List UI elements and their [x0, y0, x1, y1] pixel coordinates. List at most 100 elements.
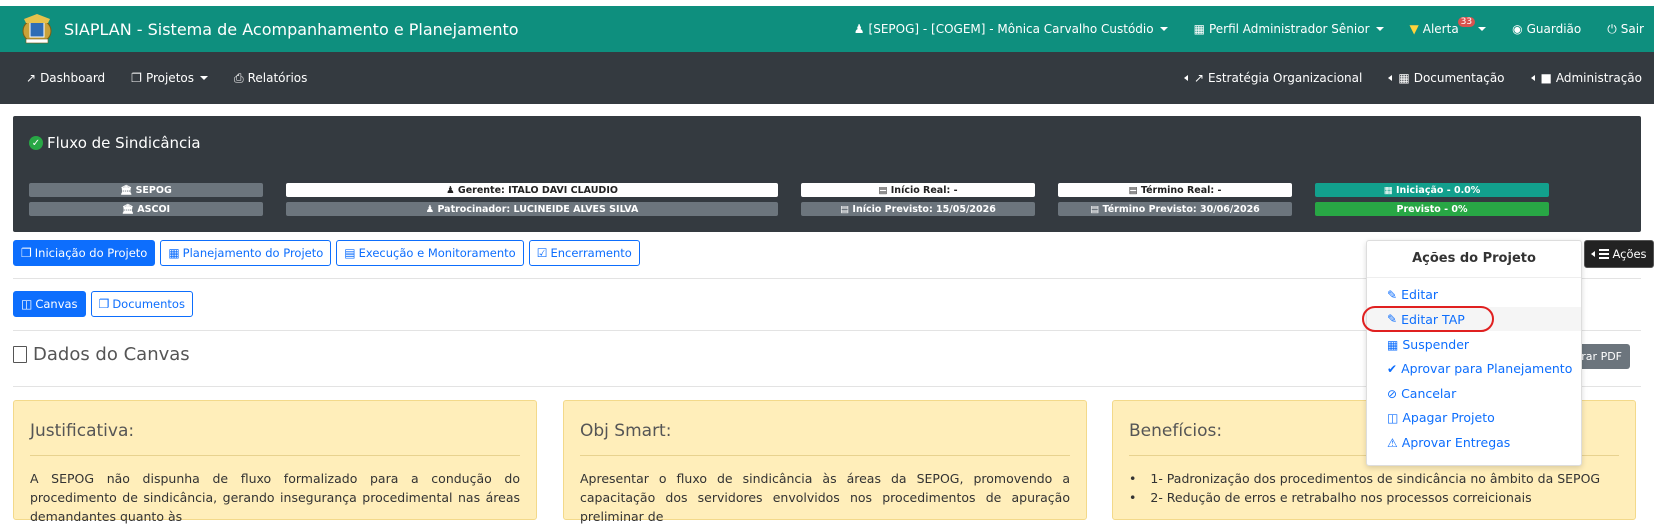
tab-canvas-label: Canvas [35, 297, 78, 311]
nav-docs-label: Documentação [1413, 71, 1505, 85]
nav-reports-label: Relatórios [247, 71, 308, 85]
planned-start-badge: ▤ Início Previsto: 15/05/2026 [801, 202, 1035, 216]
action-edit[interactable]: ✎ Editar [1387, 287, 1438, 302]
exit-link[interactable]: ⏻ Sair [1607, 22, 1644, 37]
nav-admin-label: Administração [1555, 71, 1642, 85]
section-title-text: Dados do Canvas [33, 344, 190, 365]
id-card-icon: ▦ [1193, 22, 1205, 36]
brand[interactable]: SIAPLAN - Sistema de Acompanhamento e Pl… [18, 11, 519, 47]
card-text: Apresentar o fluxo de sindicância às áre… [580, 471, 1070, 524]
tab-initiation-label: Iniciação do Projeto [34, 246, 148, 260]
chevron-left-icon [1591, 251, 1596, 257]
copy-icon: ❐ [131, 71, 142, 85]
org2-text: ASCOI [137, 203, 171, 215]
check-icon: ✔ [1387, 361, 1398, 376]
phase-tabs: ❐ Iniciação do Projeto ▦ Planejamento do… [13, 240, 645, 266]
menu-icon [1599, 247, 1610, 261]
ban-icon: ⊘ [1387, 386, 1398, 401]
actions-button[interactable]: Ações [1584, 240, 1654, 268]
phase-text: Iniciação - 0.0% [1395, 184, 1481, 196]
chevron-down-icon [200, 76, 208, 80]
project-title: ✓ Fluxo de Sindicância [29, 134, 201, 152]
tab-initiation[interactable]: ❐ Iniciação do Projeto [13, 240, 156, 266]
user-menu[interactable]: ♟ [SEPOG] - [COGEM] - Mônica Carvalho Cu… [854, 22, 1168, 36]
nav-reports[interactable]: ⎙ Relatórios [234, 71, 307, 86]
real-end-badge: ▤ Término Real: - [1058, 183, 1292, 197]
alert-menu[interactable]: ▼ Alerta 33 [1409, 17, 1487, 36]
tab-execution[interactable]: ▤ Execução e Monitoramento [336, 240, 524, 266]
planned-text: Previsto - 0% [1396, 203, 1468, 215]
line-chart-icon: ↗ [26, 71, 37, 85]
phase-badge: ▦ Iniciação - 0.0% [1315, 183, 1549, 197]
columns-icon: ◫ [21, 297, 33, 311]
org1-text: SEPOG [135, 184, 172, 196]
nav-dashboard-label: Dashboard [40, 71, 106, 85]
tab-planning[interactable]: ▦ Planejamento do Projeto [160, 240, 332, 266]
benefits-list: 1- Padronização dos procedimentos de sin… [1129, 469, 1619, 507]
tab-closing[interactable]: ☑ Encerramento [528, 240, 640, 266]
user-icon: ♟ [853, 22, 865, 36]
planned-start-text: Início Previsto: 15/05/2026 [852, 203, 996, 215]
project-title-text: Fluxo de Sindicância [47, 134, 201, 152]
print-icon: ⎙ [234, 70, 244, 85]
file-icon: ▦ [168, 246, 180, 260]
calendar-x-icon: ▦ [1387, 337, 1399, 352]
card-divider [580, 455, 1070, 456]
action-approve-deliveries[interactable]: ⚠ Aprovar Entregas [1387, 435, 1510, 450]
user-label: [SEPOG] - [COGEM] - Mônica Carvalho Cust… [868, 22, 1154, 36]
bar-chart-icon: ▤ [344, 246, 356, 260]
top-navbar: SIAPLAN - Sistema de Acompanhamento e Pl… [0, 6, 1654, 52]
card-justification: Justificativa: A SEPOG não dispunha de f… [13, 400, 537, 524]
action-cancel[interactable]: ⊘ Cancelar [1387, 386, 1456, 401]
section-title: Dados do Canvas [13, 344, 190, 365]
action-delete-project[interactable]: ◫ Apagar Projeto [1387, 410, 1495, 425]
dropdown-header: Ações do Projeto [1412, 251, 1536, 266]
coat-of-arms-logo [22, 14, 52, 44]
nav-dashboard[interactable]: ↗ Dashboard [26, 71, 105, 85]
pencil-icon: ✎ [1387, 287, 1398, 302]
check-circle-icon: ✓ [29, 136, 43, 150]
action-approve-planning[interactable]: ✔ Aprovar para Planejamento [1387, 361, 1572, 376]
action-approve-planning-label: Aprovar para Planejamento [1401, 361, 1573, 376]
nav-strategy[interactable]: ↗ Estratégia Organizacional [1183, 71, 1362, 85]
nav-admin[interactable]: ■ Administração [1530, 71, 1642, 85]
bell-icon: ▼ [1409, 22, 1419, 36]
action-suspend[interactable]: ▦ Suspender [1387, 337, 1469, 352]
checkbox-icon: ☑ [536, 246, 548, 260]
chevron-down-icon [1375, 27, 1384, 31]
document-icon [13, 346, 27, 363]
guardian-link[interactable]: ◉ Guardião [1512, 22, 1581, 36]
nav-docs[interactable]: ▦ Documentação [1388, 71, 1505, 85]
tab-documents-label: Documentos [112, 297, 185, 311]
planned-end-badge: ▤ Término Previsto: 30/06/2026 [1058, 202, 1292, 216]
nav-projects[interactable]: ❐ Projetos [131, 71, 208, 85]
action-approve-deliveries-label: Aprovar Entregas [1401, 435, 1511, 450]
card-title: Obj Smart: [580, 421, 672, 441]
action-edit-label: Editar [1401, 287, 1439, 302]
planned-progress-badge: Previsto - 0% [1315, 202, 1549, 216]
list-item: 2- Redução de erros e retrabalho nos pro… [1129, 488, 1619, 507]
top-nav: ♟ [SEPOG] - [COGEM] - Mônica Carvalho Cu… [854, 6, 1654, 52]
real-start-badge: ▤ Início Real: - [801, 183, 1035, 197]
profile-menu[interactable]: ▦ Perfil Administrador Sênior [1194, 22, 1384, 36]
action-suspend-label: Suspender [1402, 337, 1470, 352]
tab-canvas[interactable]: ◫ Canvas [13, 291, 86, 317]
line-chart-icon: ↗ [1193, 71, 1205, 85]
action-delete-project-label: Apagar Projeto [1402, 410, 1495, 425]
project-header: ✓ Fluxo de Sindicância 🏛 SEPOG 🏛 ASCOI ♟… [13, 116, 1641, 232]
tab-closing-label: Encerramento [550, 246, 632, 260]
real-start-text: Início Real: - [890, 184, 958, 196]
tab-documents[interactable]: ❐ Documentos [90, 291, 193, 317]
list-item: 1- Padronização dos procedimentos de sin… [1129, 469, 1619, 488]
card-divider [30, 455, 520, 456]
card-title: Justificativa: [30, 421, 135, 441]
copy-icon: ❐ [98, 297, 110, 311]
profile-label: Perfil Administrador Sênior [1208, 22, 1370, 36]
nav-projects-label: Projetos [145, 71, 194, 85]
life-ring-icon: ◉ [1512, 22, 1523, 36]
project-actions-dropdown: Ações do Projeto ✎ Editar ✎ Editar TAP ▦… [1366, 240, 1582, 466]
tab-execution-label: Execução e Monitoramento [358, 246, 516, 260]
card-text: A SEPOG não dispunha de fluxo formalizad… [30, 471, 520, 524]
power-icon: ⏻ [1607, 21, 1617, 36]
sub-tabs: ◫ Canvas ❐ Documentos [13, 291, 198, 317]
